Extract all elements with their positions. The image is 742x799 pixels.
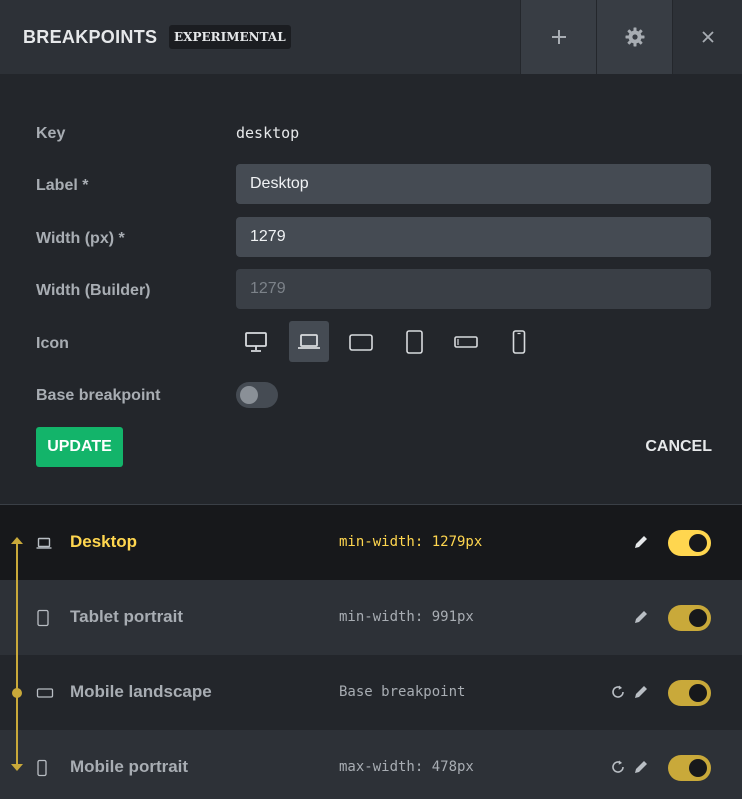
- update-button[interactable]: UPDATE: [36, 427, 123, 467]
- laptop-icon: [297, 333, 320, 349]
- base-breakpoint-label: Base breakpoint: [36, 387, 161, 404]
- breakpoint-name: Tablet portrait: [70, 607, 184, 626]
- panel-title: BREAKPOINTS: [23, 27, 158, 47]
- icon-option-mobile-portrait[interactable]: [499, 321, 539, 362]
- experimental-badge: EXPERIMENTAL: [169, 25, 291, 49]
- icon-option-desktop[interactable]: [236, 321, 276, 362]
- tablet-portrait-icon: [405, 329, 423, 354]
- breakpoint-row-mobile-landscape[interactable]: Mobile landscape Base breakpoint: [0, 655, 742, 730]
- icon-option-laptop[interactable]: [288, 321, 329, 362]
- breakpoint-toggle[interactable]: [668, 605, 711, 631]
- reset-icon[interactable]: [609, 758, 627, 776]
- breakpoint-toggle[interactable]: [668, 680, 711, 706]
- panel-header: BREAKPOINTS EXPERIMENTAL: [0, 0, 742, 74]
- breakpoint-row-desktop[interactable]: Desktop min-width: 1279px: [0, 505, 742, 580]
- settings-button[interactable]: [596, 0, 672, 74]
- breakpoint-query: max-width: 478px: [339, 759, 474, 775]
- reset-icon[interactable]: [609, 683, 627, 701]
- cascade-arrow-up-icon: [11, 537, 23, 544]
- label-field-label: Label *: [36, 177, 89, 194]
- width-builder-label: Width (Builder): [36, 282, 151, 299]
- breakpoint-name: Mobile landscape: [70, 682, 212, 701]
- toggle-knob: [240, 386, 258, 404]
- pencil-icon[interactable]: [632, 758, 650, 776]
- cancel-button[interactable]: CANCEL: [622, 427, 712, 467]
- mobile-landscape-icon: [454, 335, 478, 348]
- gear-icon: [625, 27, 644, 47]
- icon-option-tablet-landscape[interactable]: [341, 321, 381, 362]
- key-value: desktop: [236, 124, 300, 142]
- close-button[interactable]: [672, 0, 742, 74]
- width-field-label: Width (px) *: [36, 230, 125, 247]
- tablet-landscape-icon: [349, 333, 373, 351]
- tablet-portrait-icon: [37, 609, 49, 626]
- breakpoint-query: Base breakpoint: [339, 684, 466, 700]
- icon-option-mobile-landscape[interactable]: [446, 321, 486, 362]
- pencil-icon[interactable]: [632, 683, 650, 701]
- breakpoint-query: min-width: 1279px: [339, 534, 483, 550]
- width-input[interactable]: [236, 217, 711, 257]
- cascade-line: [16, 540, 18, 768]
- plus-icon: [551, 30, 566, 44]
- mobile-landscape-icon: [36, 687, 54, 698]
- base-breakpoint-marker: [12, 688, 22, 698]
- breakpoint-toggle[interactable]: [668, 755, 711, 781]
- desktop-icon: [245, 331, 267, 352]
- breakpoint-name: Mobile portrait: [70, 757, 189, 776]
- pencil-icon[interactable]: [632, 608, 650, 626]
- breakpoint-row-tablet-portrait[interactable]: Tablet portrait min-width: 991px: [0, 580, 742, 655]
- width-builder-input[interactable]: [236, 269, 711, 309]
- close-icon: [701, 31, 714, 43]
- laptop-icon: [36, 537, 52, 549]
- icon-option-tablet-portrait[interactable]: [394, 321, 434, 362]
- breakpoint-name: Desktop: [70, 532, 138, 551]
- breakpoint-query: min-width: 991px: [339, 609, 474, 625]
- mobile-portrait-icon: [37, 759, 47, 776]
- base-breakpoint-toggle[interactable]: [236, 382, 278, 408]
- breakpoint-edit-form: Key desktop Label * Width (px) * Width (…: [0, 74, 742, 504]
- add-breakpoint-button[interactable]: [520, 0, 596, 74]
- icon-picker: [236, 321, 551, 362]
- label-input[interactable]: [236, 164, 711, 204]
- key-label: Key: [36, 125, 66, 142]
- mobile-portrait-icon: [512, 329, 525, 354]
- breakpoint-toggle[interactable]: [668, 530, 711, 556]
- breakpoint-row-mobile-portrait[interactable]: Mobile portrait max-width: 478px: [0, 730, 742, 799]
- pencil-icon[interactable]: [632, 533, 650, 551]
- icon-field-label: Icon: [36, 335, 69, 352]
- cascade-arrow-down-icon: [11, 764, 23, 771]
